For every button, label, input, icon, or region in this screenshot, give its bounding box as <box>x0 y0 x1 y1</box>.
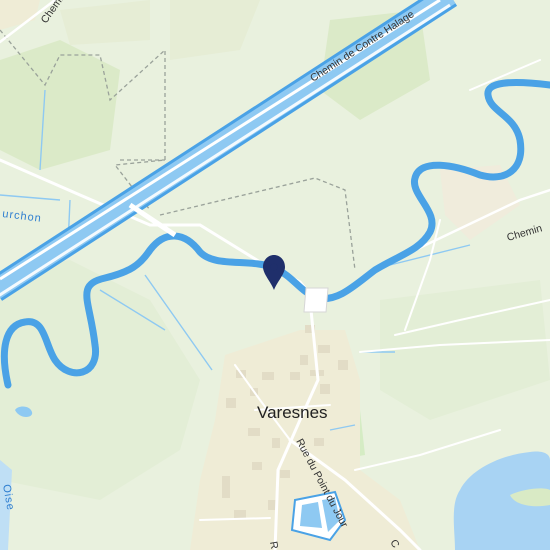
map-canvas[interactable]: Chemin de Contre Halage Chemin Chemin ur… <box>0 0 550 550</box>
label-town: Varesnes <box>257 403 328 422</box>
map-layer: Chemin de Contre Halage Chemin Chemin ur… <box>0 0 550 550</box>
bridge <box>303 287 329 313</box>
